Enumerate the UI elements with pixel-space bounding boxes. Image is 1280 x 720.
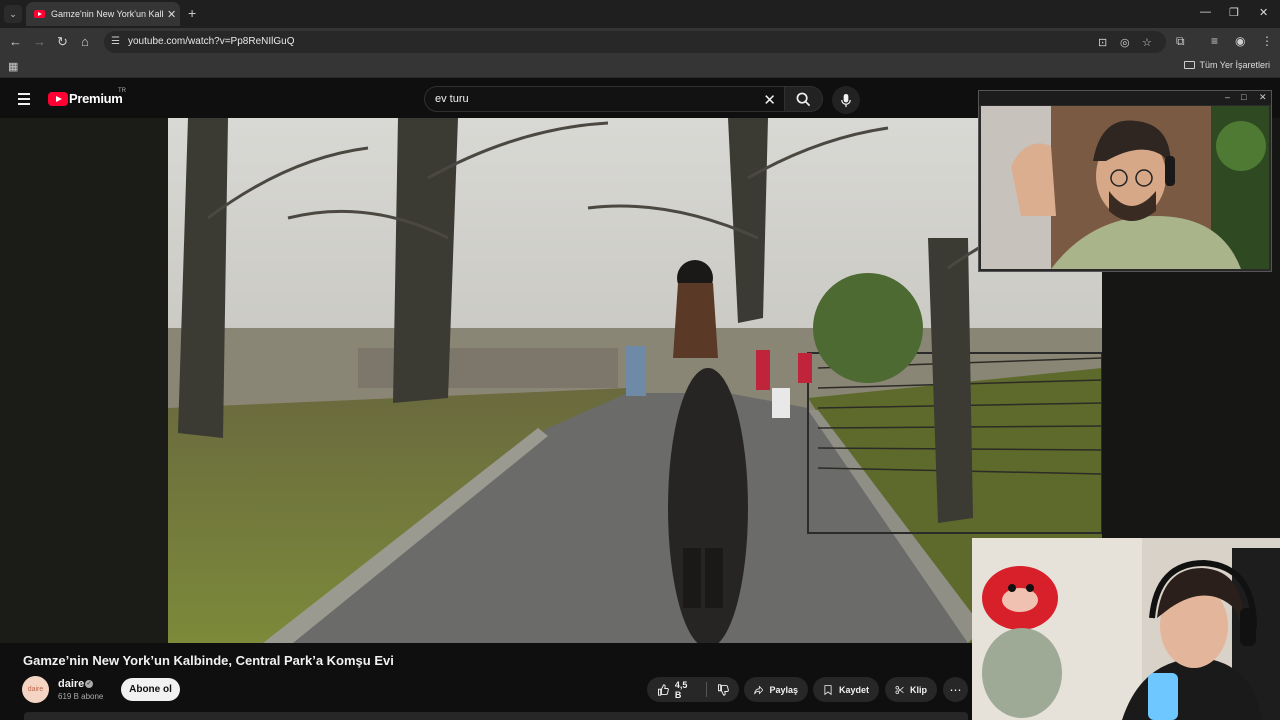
subscribe-button[interactable]: Abone ol bbox=[121, 678, 180, 701]
channel-avatar[interactable]: daire bbox=[22, 676, 49, 703]
home-icon[interactable]: ⌂ bbox=[81, 34, 89, 49]
thumbs-up-icon[interactable] bbox=[657, 683, 669, 696]
second-webcam-overlay bbox=[972, 538, 1280, 720]
park-scene-image bbox=[168, 118, 1102, 643]
verified-badge-icon: ✓ bbox=[85, 680, 93, 688]
minimize-window-icon[interactable]: — bbox=[1200, 6, 1211, 18]
tracking-protection-icon[interactable]: ◎ bbox=[1120, 36, 1130, 49]
search-box[interactable]: ✕ bbox=[424, 86, 785, 112]
video-frame[interactable] bbox=[168, 118, 1102, 643]
site-info-icon[interactable]: ☰ bbox=[111, 36, 123, 48]
clear-search-icon[interactable]: ✕ bbox=[763, 91, 776, 109]
media-controls-icon[interactable]: ≡ bbox=[1211, 34, 1218, 48]
like-divider bbox=[706, 682, 708, 697]
folder-icon bbox=[1184, 61, 1196, 69]
bookmark-icon bbox=[824, 684, 832, 695]
voice-search-button[interactable] bbox=[832, 86, 860, 114]
scissors-icon bbox=[895, 685, 904, 694]
like-dislike-group: 4,5 B bbox=[647, 677, 739, 702]
reload-icon[interactable]: ↻ bbox=[57, 34, 68, 50]
address-bar[interactable]: ☰ youtube.com/watch?v=Pp8ReNIlGuQ ⊡ ◎ ☆ bbox=[104, 31, 1166, 53]
like-count[interactable]: 4,5 B bbox=[675, 680, 696, 700]
pip-minimize-icon[interactable]: – bbox=[1225, 92, 1230, 102]
tab-title: Gamze'nin New York'un Kalbinde, Central … bbox=[51, 9, 163, 19]
clip-label: Klip bbox=[910, 684, 927, 695]
description-box-edge bbox=[24, 712, 968, 720]
url-text: youtube.com/watch?v=Pp8ReNIlGuQ bbox=[128, 36, 295, 47]
all-bookmarks-label: Tüm Yer İşaretleri bbox=[1199, 60, 1270, 70]
browser-tab-active[interactable]: Gamze'nin New York'un Kalbinde, Central … bbox=[26, 2, 180, 26]
browser-toolbar: ← → ↻ ⌂ ☰ youtube.com/watch?v=Pp8ReNIlGu… bbox=[0, 28, 1280, 56]
bookmark-star-icon[interactable]: ☆ bbox=[1142, 36, 1152, 49]
subscriber-count: 619 B abone bbox=[58, 692, 104, 701]
thumbs-down-icon[interactable] bbox=[717, 683, 729, 696]
picture-in-picture-window[interactable]: – □ ✕ bbox=[978, 90, 1272, 272]
share-arrow-icon bbox=[754, 685, 764, 694]
pip-maximize-icon[interactable]: □ bbox=[1241, 92, 1246, 102]
tab-search-button[interactable]: ⌄ bbox=[4, 5, 22, 23]
back-arrow-icon[interactable]: ← bbox=[9, 34, 22, 49]
all-bookmarks-folder[interactable]: Tüm Yer İşaretleri bbox=[1184, 60, 1270, 70]
guest-webcam-image bbox=[972, 538, 1280, 720]
youtube-favicon-icon bbox=[34, 10, 45, 18]
install-app-icon[interactable]: ⊡ bbox=[1098, 36, 1107, 49]
browser-menu-icon[interactable]: ⋮ bbox=[1261, 34, 1273, 48]
browser-tab-strip: ⌄ Gamze'nin New York'un Kalbinde, Centra… bbox=[0, 0, 1280, 28]
pip-webcam-view bbox=[981, 106, 1269, 269]
new-tab-button[interactable]: + bbox=[188, 5, 196, 21]
youtube-logo-icon[interactable] bbox=[48, 92, 68, 106]
apps-grid-icon[interactable]: ▦ bbox=[8, 60, 18, 73]
profile-avatar-icon[interactable]: ◉ bbox=[1235, 34, 1245, 48]
tab-close-icon[interactable]: ✕ bbox=[167, 8, 176, 21]
video-title: Gamze’nin New York’un Kalbinde, Central … bbox=[23, 653, 394, 668]
pip-title-bar[interactable]: – □ ✕ bbox=[979, 91, 1271, 105]
microphone-icon bbox=[841, 93, 851, 107]
extensions-icon[interactable]: ⧉ bbox=[1176, 34, 1185, 49]
bookmarks-bar: ▦ Tüm Yer İşaretleri bbox=[0, 56, 1280, 78]
ambient-shade-left bbox=[0, 118, 168, 643]
search-icon bbox=[796, 92, 811, 106]
close-window-icon[interactable]: ✕ bbox=[1259, 6, 1268, 19]
save-label: Kaydet bbox=[838, 684, 869, 695]
search-input[interactable] bbox=[435, 91, 755, 107]
save-button[interactable]: Kaydet bbox=[813, 677, 879, 702]
clip-button[interactable]: Klip bbox=[885, 677, 937, 702]
pip-close-icon[interactable]: ✕ bbox=[1259, 92, 1267, 103]
search-button[interactable] bbox=[785, 86, 823, 112]
country-code: TR bbox=[118, 88, 126, 94]
youtube-premium-label[interactable]: Premium bbox=[69, 91, 123, 106]
streamer-webcam-image bbox=[981, 106, 1269, 269]
more-actions-icon[interactable]: ⋯ bbox=[943, 677, 968, 702]
share-button[interactable]: Paylaş bbox=[744, 677, 808, 702]
restore-window-icon[interactable]: ❐ bbox=[1229, 6, 1239, 19]
share-label: Paylaş bbox=[769, 684, 798, 695]
hamburger-menu-icon[interactable] bbox=[18, 93, 30, 108]
forward-arrow-icon[interactable]: → bbox=[33, 34, 46, 49]
channel-name[interactable]: daire bbox=[58, 678, 84, 690]
